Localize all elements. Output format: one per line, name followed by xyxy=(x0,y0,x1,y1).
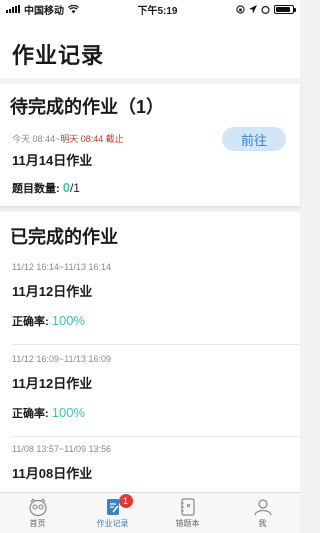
wifi-icon xyxy=(68,4,79,13)
pending-homework-name: 11月14日作业 xyxy=(12,153,93,168)
homework-name: 11月12日作业 xyxy=(12,376,93,391)
homework-time-range: 11/12 16:09~11/13 16:09 xyxy=(12,354,112,364)
completed-homework-item[interactable]: 11/12 16:09~11/13 16:09 11月12日作业 正确率: 10… xyxy=(0,354,300,446)
homework-time-range: 11/12 16:14~11/13 16:14 xyxy=(12,262,112,272)
homework-time-range: 11/08 13:57~11/09 13:56 xyxy=(12,444,112,454)
pending-homework-card: 待完成的作业（1） 今天 08:44~明天 08:44 截止 11月14日作业 … xyxy=(0,84,300,206)
accuracy-label: 正确率: xyxy=(12,316,49,328)
tab-home[interactable]: 首页 xyxy=(0,493,75,533)
go-button[interactable]: 前往 xyxy=(222,127,286,151)
battery-icon xyxy=(273,4,296,14)
clock: 下午5:19 xyxy=(137,5,178,17)
carrier-label: 中国移动 xyxy=(24,5,64,17)
pending-start-time: 今天 08:44~ xyxy=(12,134,61,144)
tab-profile[interactable]: 我 xyxy=(225,493,300,533)
homework-name: 11月08日作业 xyxy=(12,466,93,481)
completed-homework-item[interactable]: 11/12 16:14~11/13 16:14 11月12日作业 正确率: 10… xyxy=(0,262,300,354)
pending-time-range: 今天 08:44~明天 08:44 截止 xyxy=(12,132,124,145)
tab-label: 我 xyxy=(258,519,267,528)
notebook-icon xyxy=(180,498,195,516)
page-header: 作业记录 xyxy=(0,18,300,78)
completed-homework-item[interactable]: 11/08 13:57~11/09 13:56 11月08日作业 xyxy=(0,444,300,492)
tab-label: 错题本 xyxy=(175,519,200,528)
question-count-total: /1 xyxy=(69,181,80,195)
accuracy-value: 100% xyxy=(51,405,85,420)
accuracy: 正确率: 100% xyxy=(12,405,85,421)
question-count: 题目数量: 0/1 xyxy=(12,180,80,196)
page-title: 作业记录 xyxy=(12,43,105,68)
accuracy-value: 100% xyxy=(51,313,85,328)
homework-name: 11月12日作业 xyxy=(12,284,93,299)
status-bar: 中国移动 下午5:19 xyxy=(0,0,300,18)
signal-icon xyxy=(6,5,20,13)
completed-section-title: 已完成的作业 xyxy=(10,227,118,247)
lock-rotation-icon xyxy=(236,4,245,14)
accuracy: 正确率: 100% xyxy=(12,313,85,329)
divider xyxy=(12,436,300,437)
question-count-label: 题目数量: xyxy=(12,183,60,195)
accuracy-label: 正确率: xyxy=(12,408,49,420)
completed-homework-section: 已完成的作业 11/12 16:14~11/13 16:14 11月12日作业 … xyxy=(0,212,300,492)
tab-mistake-notebook[interactable]: 错题本 xyxy=(150,493,225,533)
alarm-icon xyxy=(261,5,270,14)
owl-icon xyxy=(28,498,47,517)
profile-icon xyxy=(253,499,272,516)
pending-deadline: 明天 08:44 截止 xyxy=(60,134,124,144)
pending-section-title: 待完成的作业（1） xyxy=(10,97,165,117)
tab-label: 作业记录 xyxy=(96,519,129,528)
tab-bar: 首页 1 作业记录 错题本 我 xyxy=(0,492,300,533)
divider xyxy=(12,344,300,345)
tab-label: 首页 xyxy=(29,519,46,528)
location-icon xyxy=(248,4,257,13)
notification-badge: 1 xyxy=(118,494,133,508)
tab-homework-records[interactable]: 1 作业记录 xyxy=(75,493,150,533)
question-count-done: 0 xyxy=(62,180,70,195)
